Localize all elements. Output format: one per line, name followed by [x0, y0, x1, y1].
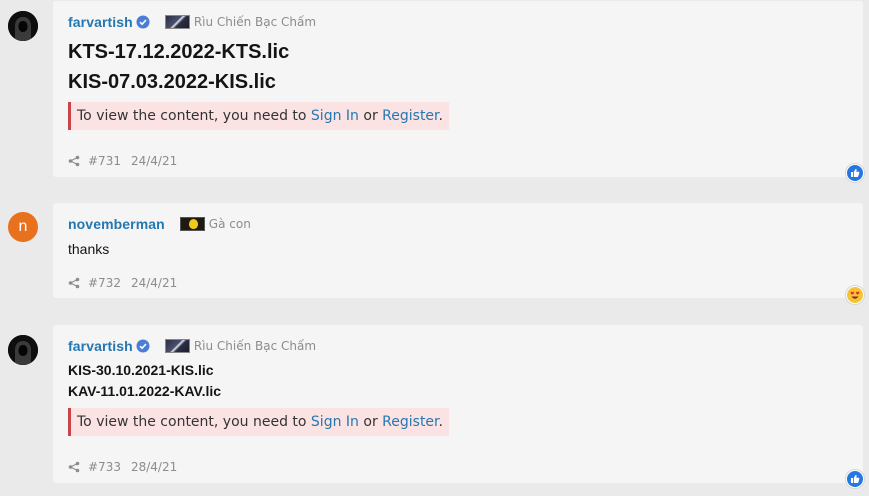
post-date[interactable]: 24/4/21 — [131, 276, 177, 290]
post-line: KIS-30.10.2021-KIS.lic — [68, 362, 214, 378]
post-line: KAV-11.01.2022-KAV.lic — [68, 383, 222, 399]
user-title: Rìu Chiến Bạc Chấm — [193, 15, 317, 29]
hooded-figure-icon — [8, 11, 38, 41]
share-icon[interactable] — [68, 277, 80, 289]
user-rank-badge — [164, 15, 190, 29]
username-link[interactable]: novemberman — [68, 216, 165, 232]
post-header: novemberman Gà con — [68, 216, 251, 232]
user-rank-badge — [164, 339, 190, 353]
like-icon — [847, 165, 863, 181]
post-header: farvartish Rìu Chiến Bạc Chấm — [68, 338, 316, 354]
username-link[interactable]: farvartish — [68, 14, 133, 30]
notice-text: To view the content, you need to — [77, 414, 311, 430]
post-line: KIS-07.03.2022-KIS.lic — [68, 71, 276, 93]
post-date[interactable]: 24/4/21 — [131, 154, 177, 168]
reaction-summary[interactable] — [845, 163, 865, 183]
post-number-link[interactable]: #733 — [88, 460, 121, 474]
login-required-notice: To view the content, you need to Sign In… — [68, 408, 449, 436]
username-link[interactable]: farvartish — [68, 338, 133, 354]
post-number-link[interactable]: #732 — [88, 276, 121, 290]
notice-or: or — [358, 414, 383, 430]
like-icon — [847, 471, 863, 487]
user-title: Rìu Chiến Bạc Chấm — [193, 339, 317, 353]
post-number-link[interactable]: #731 — [88, 154, 121, 168]
register-link[interactable]: Register — [382, 108, 438, 124]
notice-text: To view the content, you need to — [77, 108, 311, 124]
sign-in-link[interactable]: Sign In — [311, 108, 359, 124]
post-date[interactable]: 28/4/21 — [131, 460, 177, 474]
post-text: thanks — [68, 241, 110, 257]
post-card: farvartish Rìu Chiến Bạc Chấm KIS-30.10.… — [53, 325, 863, 483]
post-card: farvartish Rìu Chiến Bạc Chấm KTS-17.12.… — [53, 1, 863, 177]
reaction-summary[interactable] — [845, 469, 865, 489]
share-icon[interactable] — [68, 461, 80, 473]
verified-badge-icon — [136, 339, 150, 353]
post-footer: #733 28/4/21 — [68, 460, 177, 474]
post-footer: #732 24/4/21 — [68, 276, 177, 290]
user-rank-badge — [179, 217, 205, 231]
post-header: farvartish Rìu Chiến Bạc Chấm — [68, 14, 316, 30]
heart-eyes-icon — [847, 287, 863, 303]
notice-or: or — [358, 108, 383, 124]
hooded-figure-icon — [8, 335, 38, 365]
reaction-summary[interactable] — [845, 285, 865, 305]
notice-suffix: . — [438, 414, 443, 430]
user-avatar[interactable]: n — [8, 212, 38, 242]
post-card: novemberman Gà con thanks #732 24/4/21 — [53, 203, 863, 298]
notice-suffix: . — [438, 108, 443, 124]
user-title: Gà con — [208, 217, 251, 231]
avatar-letter: n — [18, 218, 28, 235]
sign-in-link[interactable]: Sign In — [311, 414, 359, 430]
login-required-notice: To view the content, you need to Sign In… — [68, 102, 449, 130]
user-avatar[interactable] — [8, 335, 38, 365]
share-icon[interactable] — [68, 155, 80, 167]
post-line: KTS-17.12.2022-KTS.lic — [68, 41, 290, 63]
post-footer: #731 24/4/21 — [68, 154, 177, 168]
verified-badge-icon — [136, 15, 150, 29]
user-avatar[interactable] — [8, 11, 38, 41]
register-link[interactable]: Register — [382, 414, 438, 430]
